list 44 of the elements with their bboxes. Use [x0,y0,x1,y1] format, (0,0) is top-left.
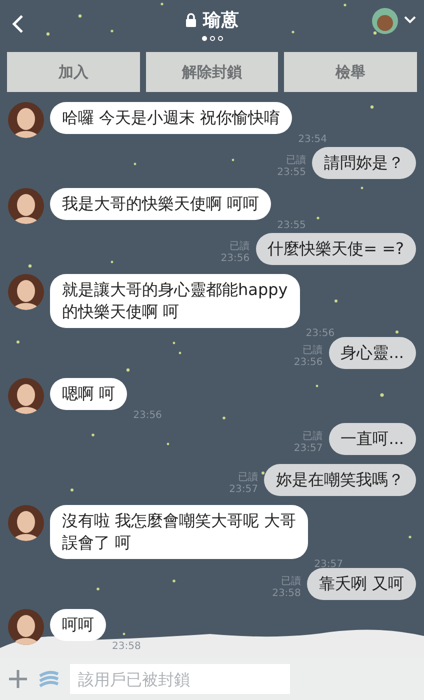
read-receipt: 已讀 [302,345,323,357]
read-receipt: 已讀 [286,155,306,167]
message-time: 23:57 [314,559,343,571]
message-bubble: 妳是在嘲笑我嗎？ [264,464,416,496]
message-time: 23:57 [294,443,323,455]
message-time: 23:56 [294,357,323,369]
message-bubble: 一直呵... [328,423,416,455]
message-time: 23:58 [112,641,141,653]
read-receipt: 已讀 [230,241,250,253]
read-receipt: 已讀 [280,576,301,588]
message-time: 23:56 [133,410,162,422]
message-bubble: 身心靈... [328,337,416,369]
message-bubble: 嗯啊 呵 [50,378,128,410]
message-bubble: 沒有啦 我怎麼會嘲笑大哥呢 大哥 誤會了 呵 [50,505,308,559]
avatar-icon[interactable] [8,274,44,310]
message-bubble: 請問妳是？ [312,147,416,179]
plus-icon[interactable] [8,669,28,689]
message-bubble: 就是讓大哥的身心靈都能happy 的快樂天使啊 呵 [50,274,300,328]
message-bubble: 我是大哥的快樂天使啊 呵呵 [50,188,272,220]
message-time: 23:54 [298,134,327,146]
message-time: 23:56 [220,253,250,265]
read-receipt: 已讀 [302,431,323,443]
message-bubble: 呵呵 [50,609,106,641]
avatar-icon[interactable] [8,378,44,414]
message-time: 23:58 [272,588,301,600]
message-bubble: 哈囉 今天是小週末 祝你愉快唷 [50,102,292,134]
action-button[interactable]: 解除封鎖 [146,52,278,92]
avatar-icon[interactable] [8,505,44,541]
message-bubble: 什麼快樂天使= =? [256,233,416,265]
message-bubble: 靠夭咧 又呵 [306,568,416,600]
message-time: 23:56 [306,328,335,340]
message-time: 23:57 [229,484,258,496]
action-button[interactable]: 加入 [7,52,140,92]
back-icon[interactable] [12,14,24,34]
message-time: 23:55 [277,167,306,179]
message-time: 23:55 [277,220,306,232]
chat-title: 瑜蒽 [203,9,239,32]
lock-icon [185,13,197,27]
avatar-icon[interactable] [8,102,44,138]
avatar-icon[interactable] [8,609,44,645]
avatar-icon[interactable] [8,188,44,224]
chevron-down-icon[interactable] [404,16,416,24]
action-button[interactable]: 檢舉 [284,52,418,92]
read-receipt: 已讀 [238,472,258,484]
